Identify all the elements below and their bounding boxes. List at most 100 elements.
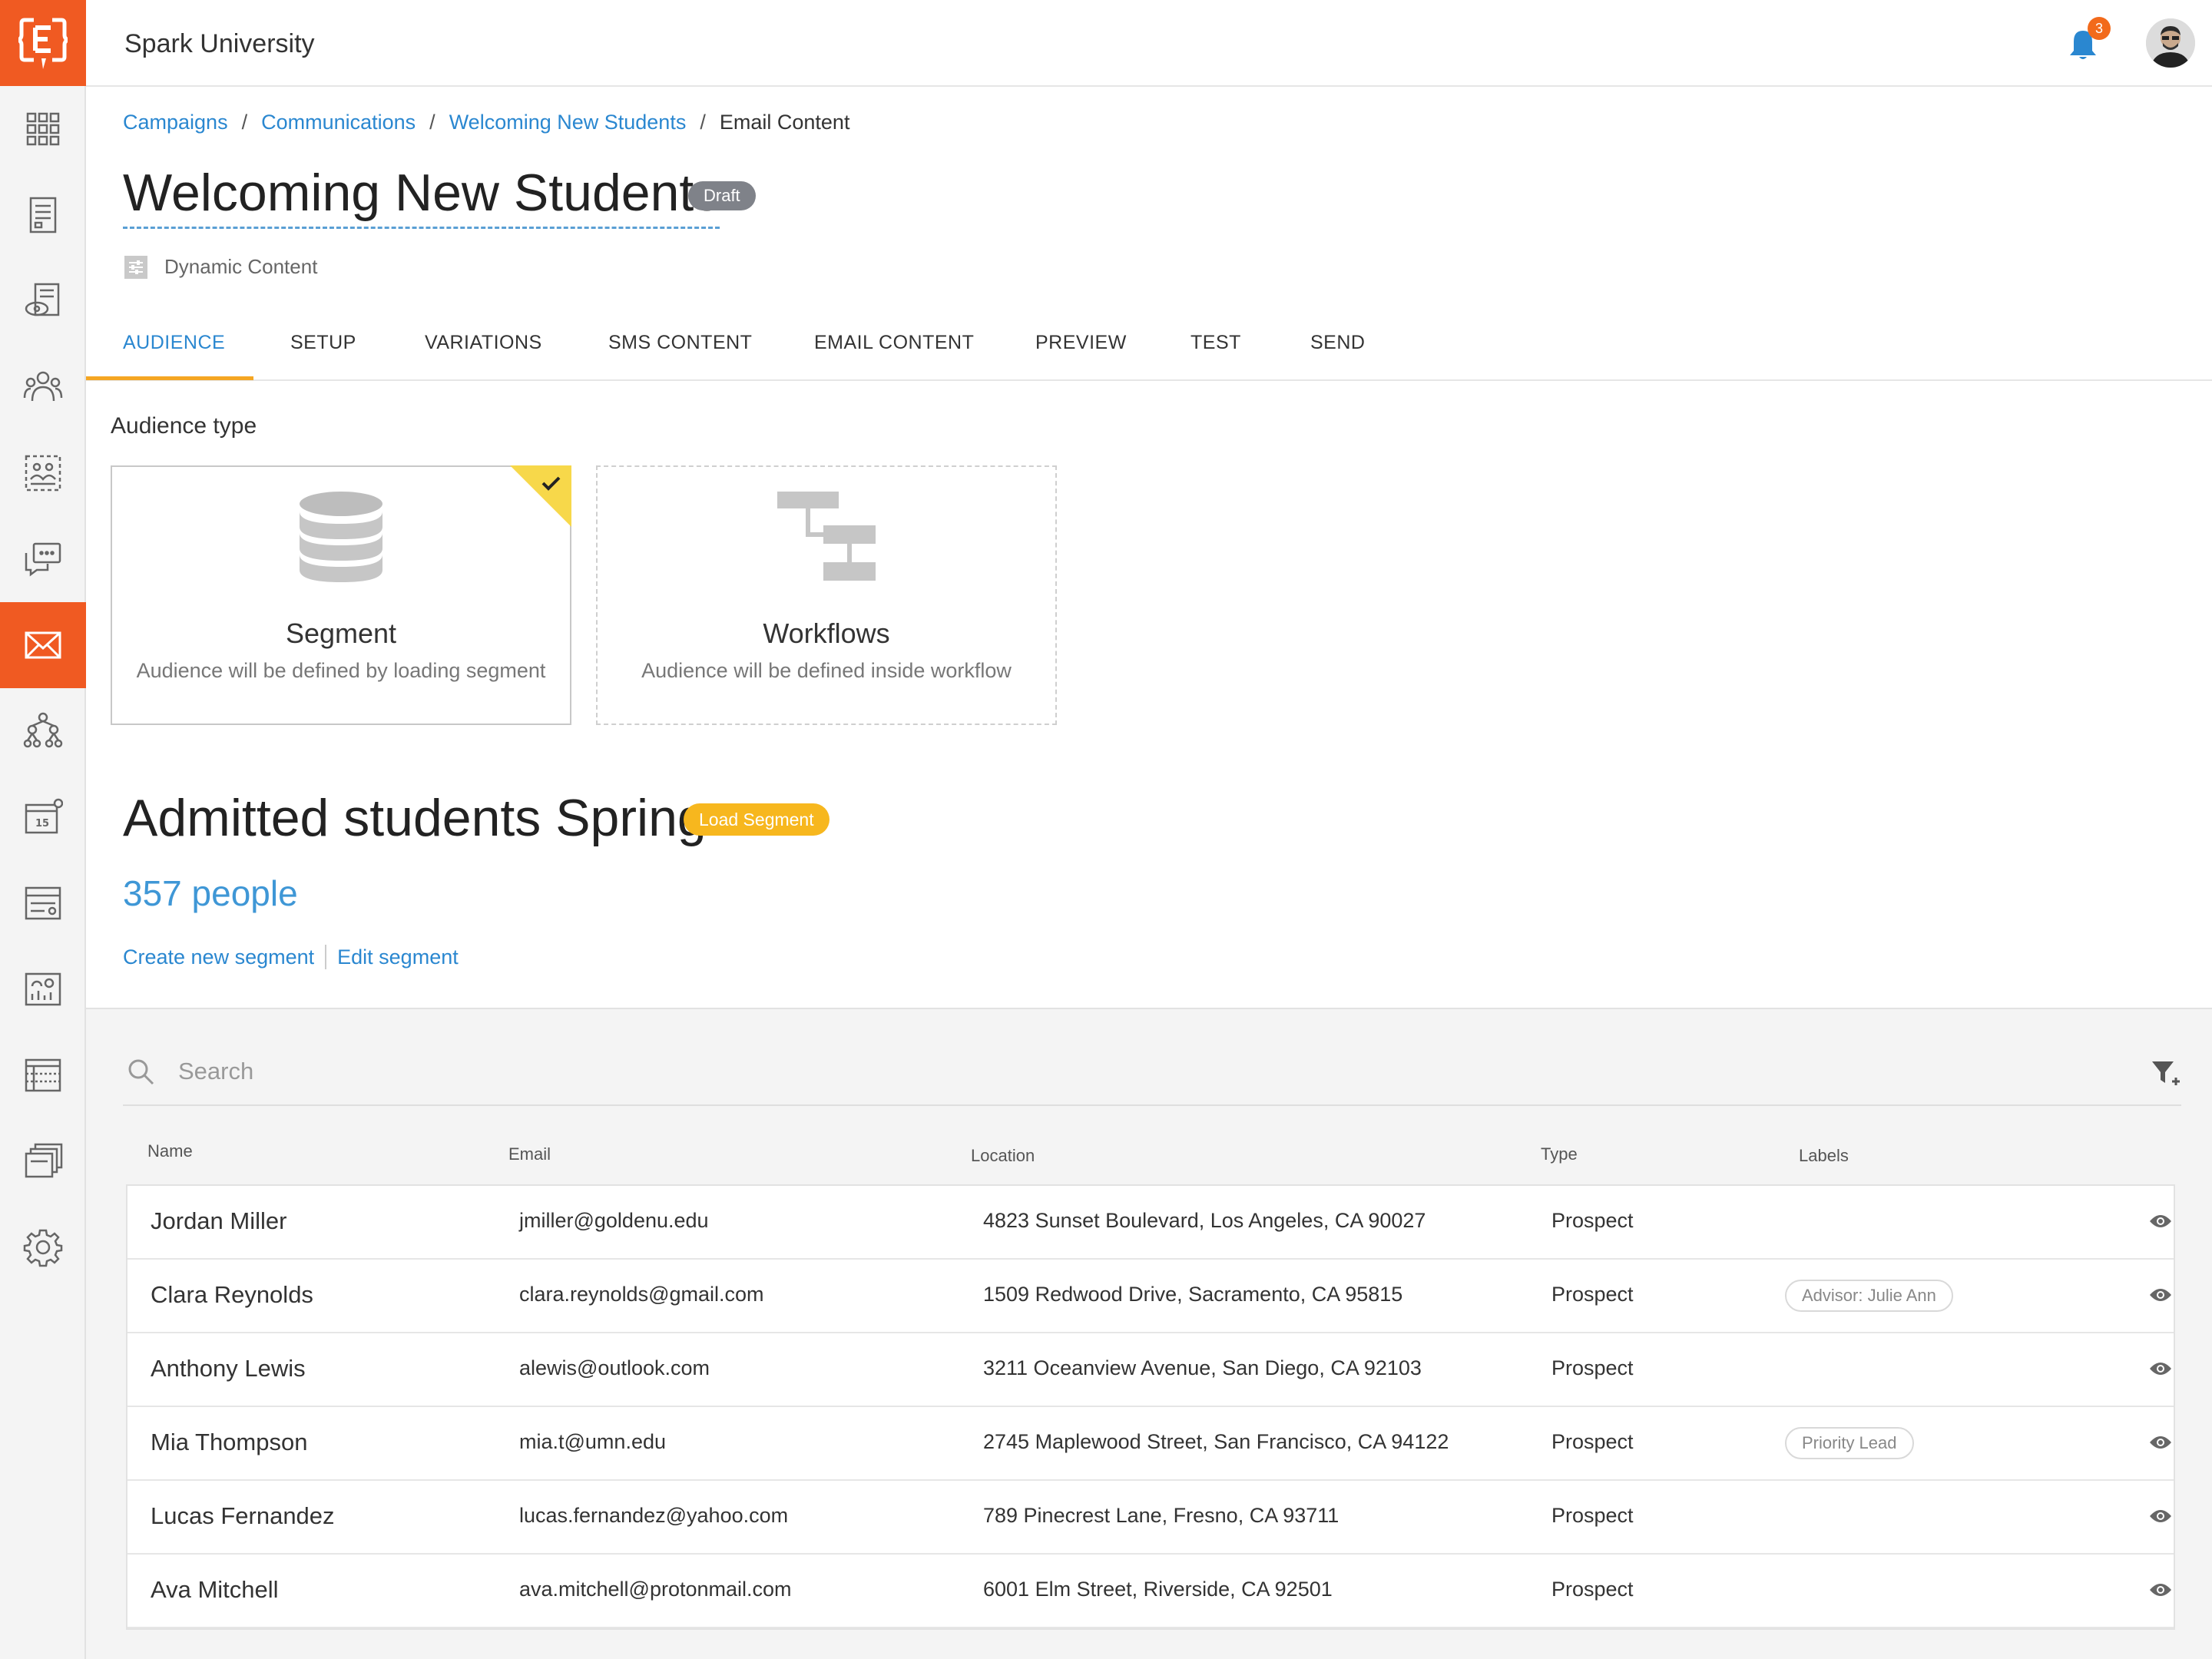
- tab-test[interactable]: TEST: [1190, 332, 1241, 354]
- tab-variations[interactable]: VARIATIONS: [425, 332, 542, 354]
- app-logo[interactable]: [0, 0, 86, 86]
- tab-email-content[interactable]: EMAIL CONTENT: [814, 332, 974, 354]
- analytics-icon: [25, 972, 61, 1006]
- gear-icon: [23, 1229, 63, 1267]
- tab-audience[interactable]: AUDIENCE: [123, 332, 225, 354]
- avatar[interactable]: [2146, 18, 2195, 68]
- nav-settings[interactable]: [0, 1204, 86, 1290]
- people-group-icon: [23, 371, 63, 402]
- document-icon: [29, 197, 57, 233]
- nav-reports[interactable]: [0, 258, 86, 344]
- nav-messages[interactable]: [0, 516, 86, 602]
- row-location: 3211 Oceanview Avenue, San Diego, CA 921…: [983, 1356, 1422, 1379]
- edit-segment-link[interactable]: Edit segment: [337, 945, 459, 969]
- tab-sms-content[interactable]: SMS CONTENT: [608, 332, 752, 354]
- row-email: jmiller@goldenu.edu: [519, 1209, 709, 1232]
- column-header-name[interactable]: Name: [147, 1141, 193, 1161]
- active-tab-indicator: [86, 376, 253, 380]
- audience-option-title: Segment: [285, 618, 397, 649]
- row-name: Mia Thompson: [151, 1429, 308, 1455]
- column-header-email[interactable]: Email: [508, 1144, 551, 1164]
- row-name: Jordan Miller: [151, 1207, 287, 1234]
- column-header-type[interactable]: Type: [1541, 1144, 1578, 1164]
- grid-icon: [26, 112, 60, 146]
- column-header-location[interactable]: Location: [971, 1146, 1035, 1166]
- nav-dashboard[interactable]: [0, 86, 86, 172]
- breadcrumb-campaign[interactable]: Welcoming New Students: [449, 111, 687, 134]
- breadcrumb-communications[interactable]: Communications: [261, 111, 416, 134]
- table-row[interactable]: Clara Reynolds clara.reynolds@gmail.com …: [127, 1260, 2174, 1333]
- app-title: Spark University: [124, 29, 315, 58]
- logo-icon: [18, 18, 68, 69]
- audience-option-workflows[interactable]: Workflows Audience will be defined insid…: [596, 465, 1057, 725]
- eye-icon[interactable]: [2149, 1581, 2172, 1599]
- link-divider: [325, 945, 327, 969]
- segment-actions: Create new segment Edit segment: [123, 945, 459, 969]
- load-segment-button[interactable]: Load Segment: [684, 803, 830, 836]
- breadcrumb-campaigns[interactable]: Campaigns: [123, 111, 228, 134]
- table-row[interactable]: Ava Mitchell ava.mitchell@protonmail.com…: [127, 1555, 2174, 1628]
- top-bar: Spark University 3: [86, 0, 2212, 87]
- audience-type-label: Audience type: [111, 413, 257, 439]
- row-location: 6001 Elm Street, Riverside, CA 92501: [983, 1578, 1333, 1601]
- nav-tables[interactable]: [0, 1032, 86, 1118]
- eye-icon[interactable]: [2149, 1433, 2172, 1452]
- content-type: Dynamic Content: [124, 255, 317, 279]
- row-type: Prospect: [1551, 1430, 1634, 1453]
- nav-files[interactable]: [0, 1118, 86, 1204]
- chat-bubbles-icon: [25, 542, 61, 577]
- nav-forms[interactable]: [0, 860, 86, 946]
- row-label-chip: Priority Lead: [1785, 1427, 1914, 1459]
- status-badge: Draft: [688, 181, 756, 210]
- audience-option-segment[interactable]: Segment Audience will be defined by load…: [111, 465, 571, 725]
- org-chart-icon: [23, 712, 63, 748]
- eye-icon[interactable]: [2149, 1286, 2172, 1304]
- page-title[interactable]: Welcoming New Students: [123, 164, 720, 229]
- row-email: ava.mitchell@protonmail.com: [519, 1578, 792, 1601]
- eye-icon[interactable]: [2149, 1212, 2172, 1230]
- calendar-icon: 15: [25, 798, 63, 834]
- segment-name: Admitted students Spring: [123, 789, 707, 847]
- row-name: Clara Reynolds: [151, 1281, 313, 1308]
- nav-workflows[interactable]: [0, 688, 86, 774]
- tab-preview[interactable]: PREVIEW: [1035, 332, 1127, 354]
- nav-calendar[interactable]: 15: [0, 774, 86, 860]
- dynamic-content-icon: [124, 255, 147, 279]
- tab-bar: AUDIENCE SETUP VARIATIONS SMS CONTENT EM…: [86, 318, 2212, 381]
- table-row[interactable]: Mia Thompson mia.t@umn.edu 2745 Maplewoo…: [127, 1407, 2174, 1481]
- form-icon: [25, 886, 61, 920]
- nav-analytics[interactable]: [0, 946, 86, 1032]
- row-type: Prospect: [1551, 1356, 1634, 1379]
- files-icon: [25, 1143, 63, 1178]
- row-type: Prospect: [1551, 1209, 1634, 1232]
- row-location: 2745 Maplewood Street, San Francisco, CA…: [983, 1430, 1449, 1453]
- row-location: 4823 Sunset Boulevard, Los Angeles, CA 9…: [983, 1209, 1426, 1232]
- table-row[interactable]: Anthony Lewis alewis@outlook.com 3211 Oc…: [127, 1333, 2174, 1407]
- tab-setup[interactable]: SETUP: [290, 332, 356, 354]
- row-type: Prospect: [1551, 1283, 1634, 1306]
- workflow-icon: [777, 492, 876, 581]
- nav-segments[interactable]: [0, 430, 86, 516]
- row-location: 789 Pinecrest Lane, Fresno, CA 93711: [983, 1504, 1339, 1527]
- eye-icon[interactable]: [2149, 1359, 2172, 1378]
- table-row[interactable]: Lucas Fernandez lucas.fernandez@yahoo.co…: [127, 1481, 2174, 1555]
- tab-send[interactable]: SEND: [1310, 332, 1365, 354]
- row-name: Lucas Fernandez: [151, 1502, 335, 1529]
- nav-contacts[interactable]: [0, 344, 86, 430]
- document-eye-icon: [25, 283, 60, 316]
- audience-option-description: Audience will be defined inside workflow: [641, 659, 1012, 682]
- row-email: lucas.fernandez@yahoo.com: [519, 1504, 789, 1527]
- row-email: alewis@outlook.com: [519, 1356, 710, 1379]
- column-header-labels[interactable]: Labels: [1799, 1146, 1849, 1166]
- audience-option-description: Audience will be defined by loading segm…: [136, 659, 546, 682]
- database-icon: [300, 492, 382, 582]
- breadcrumb-separator: /: [241, 111, 248, 134]
- eye-icon[interactable]: [2149, 1507, 2172, 1525]
- add-filter-icon[interactable]: [2151, 1058, 2181, 1089]
- create-segment-link[interactable]: Create new segment: [123, 945, 314, 969]
- nav-email[interactable]: [0, 602, 86, 688]
- nav-documents[interactable]: [0, 172, 86, 258]
- search-input[interactable]: [178, 1052, 2022, 1091]
- audience-segment-icon: [25, 455, 61, 492]
- table-row[interactable]: Jordan Miller jmiller@goldenu.edu 4823 S…: [127, 1186, 2174, 1260]
